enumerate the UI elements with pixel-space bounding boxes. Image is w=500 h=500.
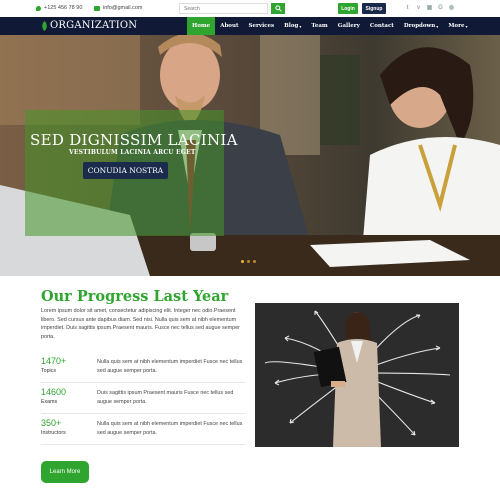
leaf-icon — [42, 20, 47, 31]
caret-down-icon: ▾ — [299, 23, 302, 29]
stat-label: Topics — [41, 368, 57, 374]
envelope-icon — [94, 5, 100, 11]
search-input[interactable] — [179, 3, 268, 14]
login-button[interactable]: Login — [338, 3, 358, 14]
youtube-icon[interactable]: ▣ — [426, 4, 433, 11]
stat-value: 350+ — [41, 418, 62, 428]
stat-label: Instructors — [41, 430, 66, 436]
signup-button[interactable]: Signup — [362, 3, 386, 14]
businesswoman-image — [255, 303, 459, 447]
email-contact[interactable]: info@gmail.com — [94, 5, 143, 11]
main-navbar: ORGANIZATION Home About Services Blog ▾ T… — [0, 17, 500, 35]
nav-item-dropdown[interactable]: Dropdown ▾ — [399, 17, 443, 35]
businesswoman-illustration — [255, 303, 459, 447]
email-address[interactable]: info@gmail.com — [103, 5, 143, 11]
learn-more-button[interactable]: Learn More — [41, 461, 89, 483]
google-icon[interactable]: G — [437, 4, 444, 11]
nav-label: Dropdown — [403, 23, 436, 29]
nav-label: Blog — [284, 23, 299, 29]
section-title: Our Progress Last Year — [41, 288, 229, 305]
stats-list: 1470+ Topics Nulla quis sem at nibh elem… — [41, 352, 245, 445]
hero-title: SED DIGNISSIM LACINIA — [30, 131, 238, 149]
search-button[interactable] — [271, 3, 285, 14]
nav-label: Team — [311, 23, 328, 29]
stat-description: Nulla quis sem at nibh elementum imperdi… — [97, 421, 243, 436]
phone-number: +125 456 78 90 — [44, 5, 83, 11]
twitter-icon[interactable]: t — [404, 4, 411, 11]
search-form — [179, 3, 285, 14]
section-intro: Lorem ipsum dolor sit amet, consectetur … — [41, 308, 240, 340]
slider-dots — [241, 260, 256, 263]
nav-item-more[interactable]: More ▾ — [443, 17, 472, 35]
nav-item-home[interactable]: Home — [187, 17, 216, 35]
stat-row: 350+ Instructors Nulla quis sem at nibh … — [41, 414, 245, 445]
hero-cta-button[interactable]: CONUDIA NOSTRA — [83, 162, 168, 179]
top-bar: +125 456 78 90 info@gmail.com Login Sign… — [0, 0, 500, 17]
nav-item-about[interactable]: About — [215, 17, 243, 35]
slider-dot[interactable] — [241, 260, 244, 263]
nav-label: Home — [192, 23, 211, 29]
nav-label: Services — [248, 23, 275, 29]
logo-text: ORGANIZATION — [50, 20, 138, 31]
nav-menu: Home About Services Blog ▾ Team Gallery C… — [187, 17, 472, 35]
slider-dot[interactable] — [247, 260, 250, 263]
nav-item-team[interactable]: Team — [306, 17, 332, 35]
stat-description: Duis sagittis ipsum Praesent mauris Fusc… — [97, 390, 234, 405]
vimeo-icon[interactable]: v — [415, 4, 422, 11]
nav-item-gallery[interactable]: Gallery — [333, 17, 365, 35]
stat-row: 1470+ Topics Nulla quis sem at nibh elem… — [41, 352, 245, 383]
stat-description: Nulla quis sem at nibh elementum imperdi… — [97, 359, 243, 374]
nav-label: Gallery — [337, 23, 360, 29]
nav-label: Contact — [369, 23, 394, 29]
search-icon — [274, 5, 282, 12]
stat-value: 14600 — [41, 387, 67, 397]
nav-item-contact[interactable]: Contact — [365, 17, 399, 35]
nav-label: More — [448, 23, 465, 29]
caret-down-icon: ▾ — [436, 23, 439, 29]
stat-label: Exams — [41, 399, 58, 405]
phone-icon — [36, 5, 41, 11]
phone-contact: +125 456 78 90 — [36, 5, 82, 11]
caret-down-icon: ▾ — [465, 23, 468, 29]
nav-item-services[interactable]: Services — [244, 17, 280, 35]
dribbble-icon[interactable]: ◍ — [448, 4, 455, 11]
slider-dot[interactable] — [253, 260, 256, 263]
logo[interactable]: ORGANIZATION — [41, 20, 137, 31]
stat-value: 1470+ — [41, 356, 67, 366]
hero-subtitle: VESTIBULUM LACINIA ARCU EGET — [69, 149, 196, 156]
nav-label: About — [220, 23, 239, 29]
social-links: t v ▣ G ◍ — [404, 4, 455, 12]
hero-slider: SED DIGNISSIM LACINIA VESTIBULUM LACINIA… — [0, 35, 500, 276]
stat-row: 14600 Exams Duis sagittis ipsum Praesent… — [41, 383, 245, 414]
nav-item-blog[interactable]: Blog ▾ — [279, 17, 306, 35]
